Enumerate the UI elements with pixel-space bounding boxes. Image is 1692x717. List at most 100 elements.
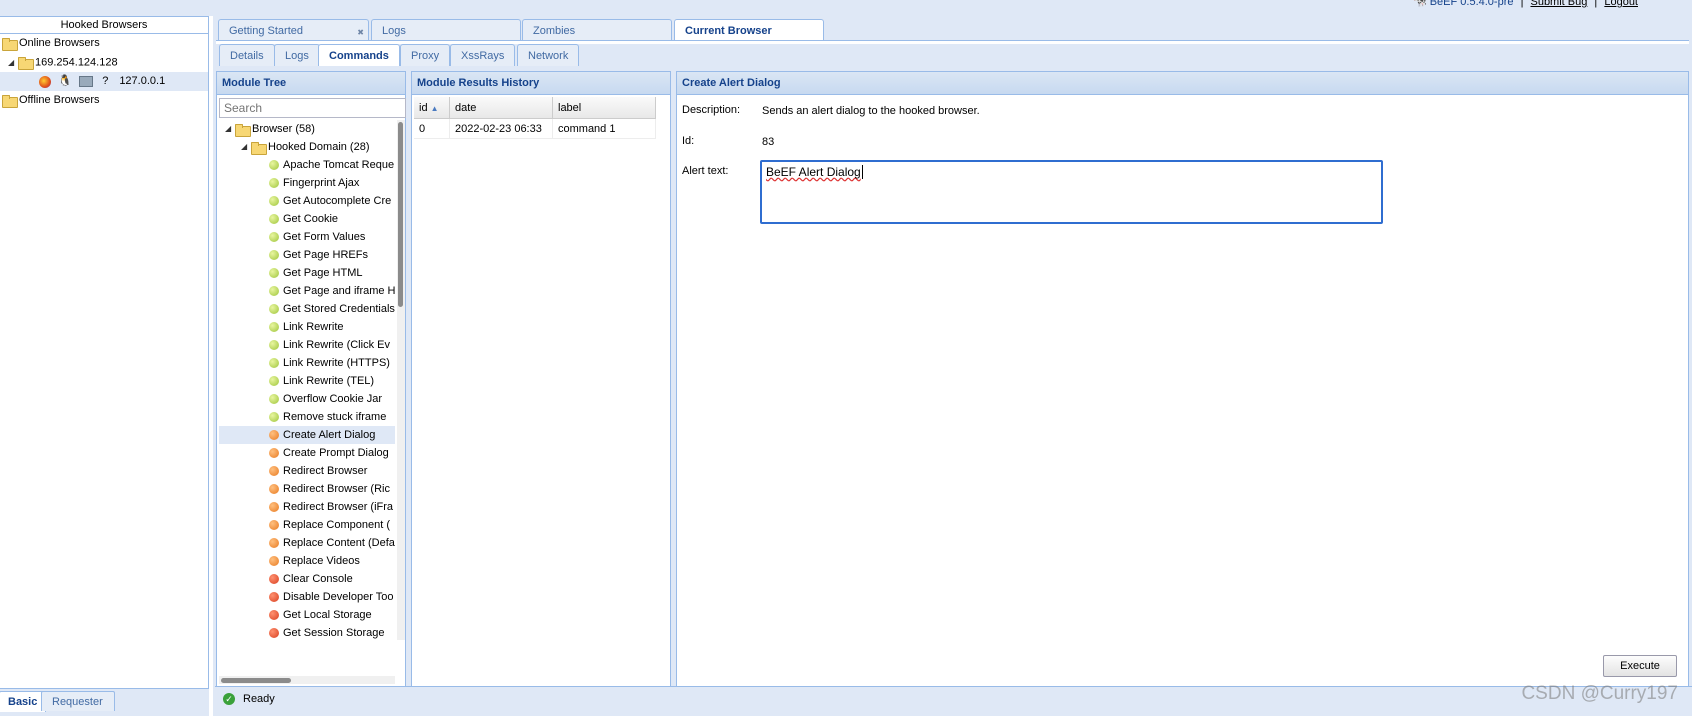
sort-asc-icon: ▲: [430, 104, 439, 113]
status-text: Ready: [243, 693, 275, 705]
tab-basic[interactable]: Basic: [0, 691, 47, 712]
tree-module-item[interactable]: Link Rewrite (Click Ev: [219, 336, 395, 354]
tree-module-item[interactable]: Get Page HREFs: [219, 246, 395, 264]
tree-module-item[interactable]: Replace Content (Defa: [219, 534, 395, 552]
module-status-icon: [269, 628, 279, 639]
ip-node[interactable]: ◢ 169.254.124.128: [8, 53, 118, 72]
module-label: Link Rewrite: [283, 321, 344, 333]
browser-node-selected[interactable]: 🐧 ? 127.0.0.1: [0, 72, 208, 91]
linux-icon: 🐧: [58, 75, 72, 87]
alert-text-input[interactable]: BeEF Alert Dialog: [760, 160, 1383, 224]
module-status-icon: [269, 412, 279, 423]
tree-module-item[interactable]: Get Stored Credentials: [219, 300, 395, 318]
tree-module-item[interactable]: Get Local Storage: [219, 606, 395, 624]
module-status-icon: [269, 304, 279, 315]
module-tree: ◢ Browser (58) ◢ Hooked Domain (28) Apache…: [219, 120, 395, 640]
subtab-xssrays[interactable]: XssRays: [450, 44, 516, 66]
tree-module-item[interactable]: Fingerprint Ajax: [219, 174, 395, 192]
tree-module-item[interactable]: Apache Tomcat Reque: [219, 156, 395, 174]
tree-module-item[interactable]: Redirect Browser (iFra: [219, 498, 395, 516]
module-label: Get Session Storage: [283, 627, 385, 639]
subtab-proxy[interactable]: Proxy: [400, 44, 451, 66]
table-cell[interactable]: 2022-02-23 06:33: [450, 119, 553, 139]
module-status-icon: [269, 160, 279, 171]
tree-module-item[interactable]: Redirect Browser: [219, 462, 395, 480]
tab-current-browser[interactable]: Current Browser: [674, 19, 824, 41]
module-label: Remove stuck iframe: [283, 411, 387, 423]
scroll-thumb[interactable]: [398, 122, 403, 307]
module-label: Get Page HREFs: [283, 249, 368, 261]
tab-getting-started[interactable]: Getting Started ✖: [218, 19, 369, 41]
tree-module-item[interactable]: Redirect Browser (Ric: [219, 480, 395, 498]
submit-bug-link[interactable]: Submit Bug: [1530, 0, 1587, 8]
folder-icon: [235, 123, 251, 137]
subtab-logs[interactable]: Logs: [274, 44, 320, 66]
collapse-arrow-icon[interactable]: ◢: [241, 138, 251, 156]
tree-module-item[interactable]: Clear Console: [219, 570, 395, 588]
logout-link[interactable]: Logout: [1604, 0, 1638, 8]
tree-module-item[interactable]: Get Autocomplete Cre: [219, 192, 395, 210]
tab-logs[interactable]: Logs: [371, 19, 521, 41]
tree-module-item[interactable]: Get Session Storage: [219, 624, 395, 640]
tree-module-item[interactable]: Link Rewrite: [219, 318, 395, 336]
module-label: Fingerprint Ajax: [283, 177, 360, 189]
unknown-icon: ?: [102, 75, 109, 87]
collapse-arrow-icon[interactable]: ◢: [225, 120, 235, 138]
tab-zombies[interactable]: Zombies: [522, 19, 672, 41]
results-history-panel: Module Results History id ▲ date label 0…: [411, 71, 671, 687]
tree-horizontal-scrollbar[interactable]: [219, 676, 395, 684]
column-header-id[interactable]: id ▲: [414, 97, 450, 119]
tree-module-item[interactable]: Create Alert Dialog: [219, 426, 395, 444]
tree-node-hooked-domain[interactable]: ◢ Hooked Domain (28): [241, 138, 370, 156]
tree-module-item[interactable]: Link Rewrite (TEL): [219, 372, 395, 390]
search-input[interactable]: [219, 98, 406, 118]
offline-browsers-node[interactable]: Offline Browsers: [2, 91, 100, 110]
folder-icon: [18, 57, 34, 70]
tree-vertical-scrollbar[interactable]: [397, 120, 405, 640]
tree-module-item[interactable]: Get Page HTML: [219, 264, 395, 282]
module-label: Get Page and iframe H: [283, 285, 395, 297]
tree-module-item[interactable]: Get Form Values: [219, 228, 395, 246]
table-cell[interactable]: 0: [414, 119, 450, 139]
collapse-arrow-icon[interactable]: ◢: [8, 53, 18, 72]
subtab-commands[interactable]: Commands: [318, 44, 400, 66]
tab-requester[interactable]: Requester: [41, 691, 115, 711]
folder-icon: [2, 37, 18, 51]
module-status-icon: [269, 250, 279, 261]
firefox-icon: [39, 75, 52, 88]
scroll-thumb[interactable]: [221, 678, 291, 683]
tree-module-item[interactable]: Disable Developer Too: [219, 588, 395, 606]
folder-icon: [251, 141, 267, 155]
tree-module-item[interactable]: Get Page and iframe H: [219, 282, 395, 300]
tree-module-item[interactable]: Get Cookie: [219, 210, 395, 228]
module-status-icon: [269, 196, 279, 207]
tree-module-item[interactable]: Create Prompt Dialog: [219, 444, 395, 462]
description-value: Sends an alert dialog to the hooked brow…: [762, 105, 980, 117]
tree-module-item[interactable]: Link Rewrite (HTTPS): [219, 354, 395, 372]
module-status-icon: [269, 340, 279, 351]
module-status-icon: [269, 592, 279, 603]
subtab-details[interactable]: Details: [219, 44, 275, 66]
module-status-icon: [269, 520, 279, 531]
subtab-network[interactable]: Network: [517, 44, 580, 66]
tree-module-item[interactable]: Replace Component (: [219, 516, 395, 534]
module-label: Redirect Browser (Ric: [283, 483, 390, 495]
tree-module-item[interactable]: Overflow Cookie Jar: [219, 390, 395, 408]
module-label: Get Stored Credentials: [283, 303, 395, 315]
module-status-icon: [269, 358, 279, 369]
tree-module-item[interactable]: Replace Videos: [219, 552, 395, 570]
module-label: Disable Developer Too: [283, 591, 394, 603]
tree-module-item[interactable]: Remove stuck iframe: [219, 408, 395, 426]
online-browsers-node[interactable]: Online Browsers: [2, 34, 100, 53]
execute-button[interactable]: Execute: [1603, 655, 1677, 677]
tree-node-browser[interactable]: ◢ Browser (58): [225, 120, 315, 138]
module-label: Get Local Storage: [283, 609, 372, 621]
column-header-date[interactable]: date: [450, 97, 553, 119]
column-header-label[interactable]: label: [553, 97, 656, 119]
module-status-icon: [269, 610, 279, 621]
module-status-icon: [269, 286, 279, 297]
status-bar: ✓ Ready: [215, 686, 1692, 715]
app-version: 🐄 BeEF 0.5.4.0-pre: [1412, 0, 1514, 8]
module-status-icon: [269, 178, 279, 189]
table-cell[interactable]: command 1: [553, 119, 656, 139]
